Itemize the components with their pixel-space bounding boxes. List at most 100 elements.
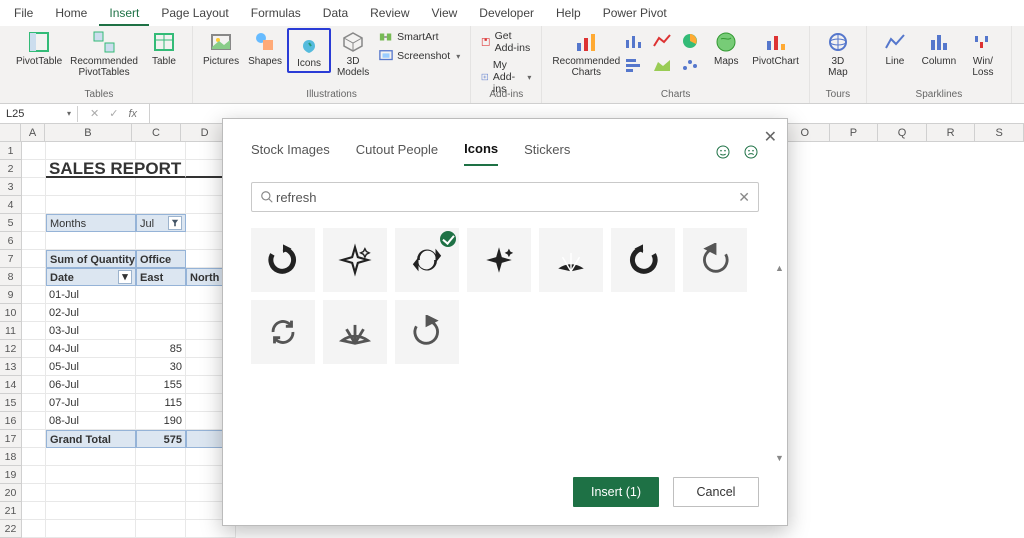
row-header[interactable]: 9	[0, 286, 22, 304]
3d-map-button[interactable]: 3D Map	[816, 28, 860, 80]
cell[interactable]	[46, 484, 136, 502]
pivot-date-label[interactable]: Date▾	[46, 268, 136, 286]
pivottable-button[interactable]: PivotTable	[12, 28, 66, 69]
tab-formulas[interactable]: Formulas	[241, 2, 311, 26]
tab-power-pivot[interactable]: Power Pivot	[593, 2, 677, 26]
icon-result-refresh-cw-solid[interactable]	[251, 228, 315, 292]
row-header[interactable]: 13	[0, 358, 22, 376]
cell[interactable]	[22, 520, 46, 538]
chart-scatter-icon[interactable]	[680, 56, 704, 78]
cell[interactable]	[136, 142, 186, 160]
pivot-value-cell[interactable]	[136, 286, 186, 304]
row-header[interactable]: 21	[0, 502, 22, 520]
col-B[interactable]: B	[45, 124, 132, 142]
name-box[interactable]: L25▾	[0, 106, 78, 122]
icons-button[interactable]: Icons	[287, 28, 331, 73]
pivot-sum-label[interactable]: Sum of Quantity	[46, 250, 136, 268]
row-header[interactable]: 2	[0, 160, 22, 178]
cell[interactable]	[22, 142, 46, 160]
cell[interactable]	[22, 160, 46, 178]
screenshot-button[interactable]: Screenshot▾	[375, 47, 464, 65]
cell[interactable]	[22, 430, 46, 448]
maps-button[interactable]: Maps	[704, 28, 748, 69]
cell[interactable]	[22, 304, 46, 322]
tab-home[interactable]: Home	[45, 2, 97, 26]
row-header[interactable]: 14	[0, 376, 22, 394]
dialog-insert-button[interactable]: Insert (1)	[573, 477, 659, 507]
dropdown-icon[interactable]: ▾	[118, 270, 132, 284]
filter-icon[interactable]	[168, 216, 182, 230]
cell[interactable]	[46, 142, 136, 160]
cell[interactable]	[22, 340, 46, 358]
icon-result-fan-solid[interactable]	[539, 228, 603, 292]
row-header[interactable]: 6	[0, 232, 22, 250]
cell[interactable]	[22, 448, 46, 466]
cell[interactable]	[22, 196, 46, 214]
search-clear-button[interactable]: ✕	[738, 189, 750, 206]
cell[interactable]	[136, 520, 186, 538]
pivot-value-cell[interactable]	[136, 304, 186, 322]
col-Q[interactable]: Q	[878, 124, 927, 142]
row-header[interactable]: 20	[0, 484, 22, 502]
sparkline-column-button[interactable]: Column	[917, 28, 961, 69]
chart-line-icon[interactable]	[652, 32, 676, 54]
icon-search-input[interactable]	[274, 189, 738, 206]
shapes-button[interactable]: Shapes	[243, 28, 287, 69]
row-header[interactable]: 15	[0, 394, 22, 412]
tab-data[interactable]: Data	[313, 2, 358, 26]
cell[interactable]	[22, 358, 46, 376]
3d-models-button[interactable]: 3D Models	[331, 28, 375, 80]
tab-help[interactable]: Help	[546, 2, 591, 26]
col-C[interactable]: C	[132, 124, 181, 142]
pivot-value-cell[interactable]: 30	[136, 358, 186, 376]
dialog-tab-icons[interactable]: Icons	[464, 141, 498, 166]
select-all-corner[interactable]	[0, 124, 21, 142]
pivot-date-cell[interactable]: 01-Jul	[46, 286, 136, 304]
row-header[interactable]: 12	[0, 340, 22, 358]
pivot-date-cell[interactable]: 02-Jul	[46, 304, 136, 322]
col-A[interactable]: A	[21, 124, 44, 142]
col-S[interactable]: S	[975, 124, 1024, 142]
row-header[interactable]: 16	[0, 412, 22, 430]
cell[interactable]	[136, 178, 186, 196]
pivot-value-cell[interactable]: 190	[136, 412, 186, 430]
icon-result-undo-outline[interactable]	[683, 228, 747, 292]
cell[interactable]	[46, 178, 136, 196]
pivotchart-button[interactable]: PivotChart	[748, 28, 803, 69]
row-header[interactable]: 8	[0, 268, 22, 286]
pivot-office-label[interactable]: Office▾	[136, 250, 186, 268]
tab-review[interactable]: Review	[360, 2, 419, 26]
pivot-grand-total-value[interactable]: 575	[136, 430, 186, 448]
report-title[interactable]: SALES REPORT	[46, 160, 186, 178]
cell[interactable]	[136, 232, 186, 250]
row-header[interactable]: 22	[0, 520, 22, 538]
dialog-cancel-button[interactable]: Cancel	[673, 477, 759, 507]
feedback-happy-icon[interactable]	[715, 144, 731, 163]
row-header[interactable]: 4	[0, 196, 22, 214]
cell[interactable]	[22, 250, 46, 268]
dialog-scrollbar[interactable]: ▲ ▼	[775, 263, 783, 463]
smartart-button[interactable]: SmartArt	[375, 28, 442, 46]
pivot-value-cell[interactable]	[136, 322, 186, 340]
chart-pie-icon[interactable]	[680, 32, 704, 54]
cell[interactable]	[22, 214, 46, 232]
cell[interactable]	[22, 412, 46, 430]
pivot-date-cell[interactable]: 05-Jul	[46, 358, 136, 376]
tab-view[interactable]: View	[422, 2, 468, 26]
formula-input[interactable]	[150, 112, 1024, 116]
icon-result-undo-solid[interactable]	[611, 228, 675, 292]
pivot-date-cell[interactable]: 06-Jul	[46, 376, 136, 394]
feedback-sad-icon[interactable]	[743, 144, 759, 163]
pivot-date-cell[interactable]: 04-Jul	[46, 340, 136, 358]
dialog-tab-stickers[interactable]: Stickers	[524, 142, 570, 165]
cell[interactable]	[46, 232, 136, 250]
row-header[interactable]: 7	[0, 250, 22, 268]
row-header[interactable]: 1	[0, 142, 22, 160]
cell[interactable]	[22, 232, 46, 250]
chart-bar-icon[interactable]	[624, 56, 648, 78]
col-O[interactable]: O	[781, 124, 830, 142]
row-header[interactable]: 3	[0, 178, 22, 196]
icon-result-fan-outline[interactable]	[323, 300, 387, 364]
icon-result-sync-outline[interactable]	[251, 300, 315, 364]
row-header[interactable]: 18	[0, 448, 22, 466]
